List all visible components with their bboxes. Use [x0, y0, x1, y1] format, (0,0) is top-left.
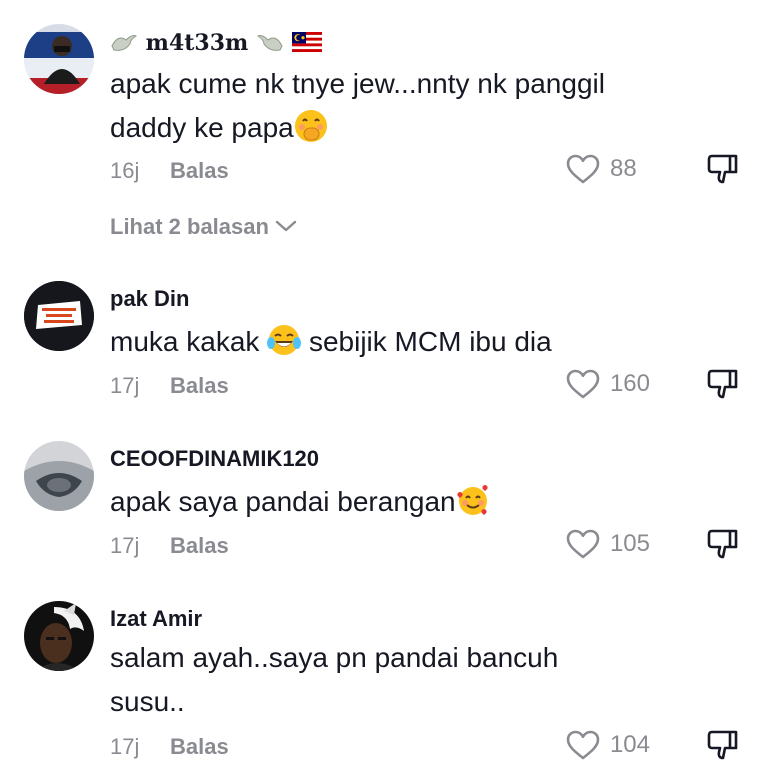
- comment-text: salam ayah..saya pn pandai bancuh susu..: [110, 636, 630, 724]
- like-count: 160: [609, 370, 650, 397]
- thumbs-down-icon: [707, 154, 738, 184]
- avatar[interactable]: [24, 601, 94, 671]
- reply-button[interactable]: Balas: [170, 533, 229, 559]
- heart-icon: [566, 529, 600, 559]
- thumbs-down-icon: [707, 730, 738, 760]
- comment-text-line: susu..: [110, 686, 185, 717]
- comment-text: apak saya pandai berangan: [110, 480, 630, 524]
- dislike-button[interactable]: [706, 527, 740, 561]
- like-button[interactable]: 160: [566, 367, 650, 401]
- comment-username[interactable]: CEOOFDINAMIK120: [110, 446, 319, 472]
- smiling-face-with-hearts-emoji-icon: [456, 483, 490, 517]
- chevron-down-icon: [275, 220, 297, 232]
- dove-icon: [110, 32, 138, 60]
- avatar[interactable]: [24, 441, 94, 511]
- dislike-button[interactable]: [706, 728, 740, 762]
- comment-text: apak cume nk tnye jew...nnty nk panggil …: [110, 62, 630, 150]
- comment-meta: 17j Balas: [110, 373, 229, 399]
- comment-text-line: salam ayah..saya pn pandai bancuh: [110, 642, 559, 673]
- like-count: 88: [610, 155, 637, 182]
- dislike-button[interactable]: [706, 152, 740, 186]
- username-label: m4t33m: [145, 30, 249, 56]
- comment-time: 17j: [110, 533, 140, 558]
- like-button[interactable]: 104: [566, 728, 650, 762]
- comment-meta: 17j Balas: [110, 533, 229, 559]
- dove-icon: [256, 32, 284, 60]
- comment-text-line: apak cume nk tnye jew...nnty nk panggil: [110, 68, 605, 99]
- comment-time: 17j: [110, 373, 140, 398]
- heart-icon: [566, 154, 600, 184]
- like-count: 104: [609, 731, 650, 758]
- comment-time: 17j: [110, 734, 140, 759]
- comment-username[interactable]: Izat Amir: [110, 606, 202, 632]
- reply-button[interactable]: Balas: [170, 158, 229, 184]
- tears-of-joy-emoji-icon: [267, 323, 302, 357]
- thumbs-down-icon: [707, 529, 738, 559]
- comment-meta: 17j Balas: [110, 734, 229, 760]
- dislike-button[interactable]: [706, 367, 740, 401]
- avatar[interactable]: [24, 281, 94, 351]
- reply-button[interactable]: Balas: [170, 373, 229, 399]
- comment-text: muka kakak sebijik MCM ibu dia: [110, 320, 630, 364]
- comment-username[interactable]: m4t33m: [110, 30, 322, 60]
- comment-username[interactable]: pak Din: [110, 286, 189, 312]
- comment-text-line: daddy ke papa: [110, 106, 630, 150]
- like-button[interactable]: 105: [566, 527, 650, 561]
- comment-time: 16j: [110, 158, 140, 183]
- heart-icon: [566, 730, 600, 760]
- like-button[interactable]: 88: [566, 152, 650, 186]
- reply-button[interactable]: Balas: [170, 734, 229, 760]
- like-count: 105: [609, 530, 650, 557]
- malaysia-flag-icon: [291, 32, 322, 58]
- comment-meta: 16j Balas: [110, 158, 229, 184]
- thumbs-down-icon: [707, 369, 738, 399]
- hand-over-mouth-emoji-icon: [294, 109, 328, 143]
- view-replies-link[interactable]: Lihat 2 balasan: [110, 214, 297, 240]
- heart-icon: [566, 369, 600, 399]
- avatar[interactable]: [24, 24, 94, 94]
